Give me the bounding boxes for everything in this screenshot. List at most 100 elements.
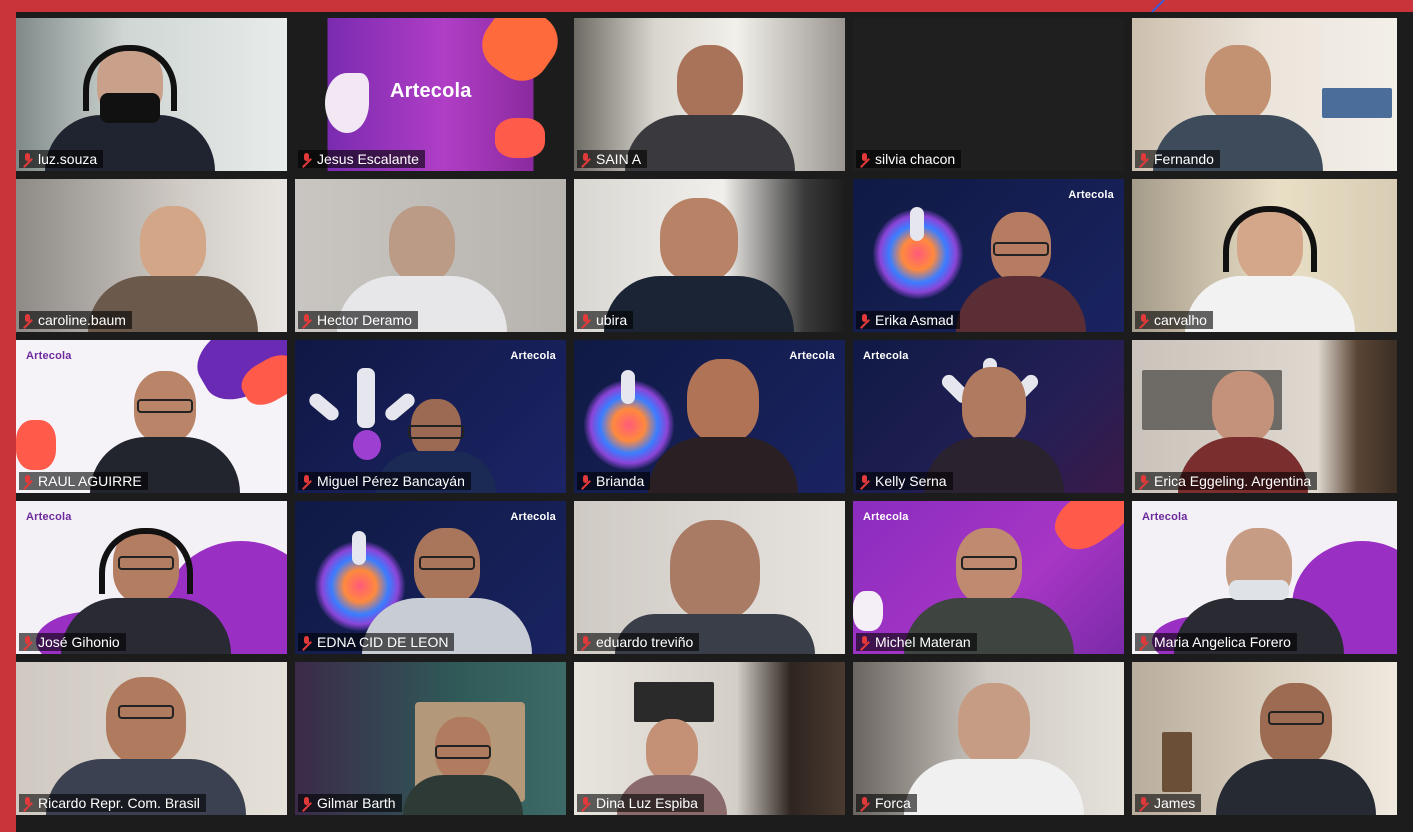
artecola-logo: Artecola bbox=[863, 511, 909, 523]
participant-nameplate: SAIN A bbox=[577, 150, 648, 168]
video-tile[interactable]: Forca bbox=[853, 662, 1124, 815]
muted-mic-icon bbox=[860, 314, 870, 326]
video-tile[interactable]: eduardo treviño bbox=[574, 501, 845, 654]
video-tile[interactable]: Artecola Brianda bbox=[574, 340, 845, 493]
muted-mic-icon bbox=[581, 797, 591, 809]
muted-mic-icon bbox=[302, 475, 312, 487]
participant-name: caroline.baum bbox=[38, 312, 126, 328]
video-tile[interactable]: Fernando bbox=[1132, 18, 1397, 171]
muted-mic-icon bbox=[860, 797, 870, 809]
video-tile[interactable]: Artecola EDNA CID DE LEON bbox=[295, 501, 566, 654]
muted-mic-icon bbox=[302, 314, 312, 326]
participant-nameplate: Hector Deramo bbox=[298, 311, 418, 329]
participant-name: EDNA CID DE LEON bbox=[317, 634, 449, 650]
pen-stroke-mark bbox=[1151, 0, 1165, 12]
gallery-grid: luz.souza Artecola Jesus Escalante SAIN … bbox=[16, 18, 1397, 815]
participant-name: Jesus Escalante bbox=[317, 151, 419, 167]
muted-mic-icon bbox=[23, 153, 33, 165]
participant-nameplate: Miguel Pérez Bancayán bbox=[298, 472, 471, 490]
artecola-logo: Artecola bbox=[1068, 189, 1114, 201]
muted-mic-icon bbox=[860, 636, 870, 648]
participant-nameplate: Erica Eggeling. Argentina bbox=[1135, 472, 1318, 490]
artecola-logo: Artecola bbox=[863, 350, 909, 362]
participant-name: Kelly Serna bbox=[875, 473, 947, 489]
participant-nameplate: Brianda bbox=[577, 472, 651, 490]
video-tile[interactable]: Artecola Miguel Pérez Bancayán bbox=[295, 340, 566, 493]
muted-mic-icon bbox=[581, 475, 591, 487]
participant-name: James bbox=[1154, 795, 1196, 811]
video-tile[interactable]: Hector Deramo bbox=[295, 179, 566, 332]
muted-mic-icon bbox=[23, 314, 33, 326]
muted-mic-icon bbox=[1139, 153, 1149, 165]
video-tile[interactable]: Artecola Kelly Serna bbox=[853, 340, 1124, 493]
participant-name: Erica Eggeling. Argentina bbox=[1154, 473, 1312, 489]
participant-name: SAIN A bbox=[596, 151, 642, 167]
participant-nameplate: eduardo treviño bbox=[577, 633, 700, 651]
muted-mic-icon bbox=[23, 475, 33, 487]
video-tile[interactable]: caroline.baum bbox=[16, 179, 287, 332]
participant-nameplate: Forca bbox=[856, 794, 917, 812]
muted-mic-icon bbox=[1139, 636, 1149, 648]
muted-mic-icon bbox=[302, 153, 312, 165]
participant-nameplate: luz.souza bbox=[19, 150, 104, 168]
muted-mic-icon bbox=[1139, 314, 1149, 326]
participant-name: RAUL AGUIRRE bbox=[38, 473, 142, 489]
muted-mic-icon bbox=[581, 314, 591, 326]
participant-name: luz.souza bbox=[38, 151, 98, 167]
participant-nameplate: Dina Luz Espiba bbox=[577, 794, 704, 812]
participant-name: Hector Deramo bbox=[317, 312, 412, 328]
video-tile[interactable]: SAIN A bbox=[574, 18, 845, 171]
video-tile[interactable]: luz.souza bbox=[16, 18, 287, 171]
participant-nameplate: Gilmar Barth bbox=[298, 794, 402, 812]
video-tile[interactable]: Artecola Erika Asmad bbox=[853, 179, 1124, 332]
video-tile[interactable]: Dina Luz Espiba bbox=[574, 662, 845, 815]
participant-name: Gilmar Barth bbox=[317, 795, 396, 811]
participant-name: Maria Angelica Forero bbox=[1154, 634, 1291, 650]
video-tile[interactable]: Artecola RAUL AGUIRRE bbox=[16, 340, 287, 493]
video-tile[interactable]: Artecola Maria Angelica Forero bbox=[1132, 501, 1397, 654]
muted-mic-icon bbox=[860, 153, 870, 165]
artecola-logo: Artecola bbox=[26, 511, 72, 523]
video-tile[interactable]: silvia chacon bbox=[853, 18, 1124, 171]
participant-name: Ricardo Repr. Com. Brasil bbox=[38, 795, 200, 811]
participant-nameplate: carvalho bbox=[1135, 311, 1213, 329]
video-tile[interactable]: ubira bbox=[574, 179, 845, 332]
participant-name: Dina Luz Espiba bbox=[596, 795, 698, 811]
participant-name: Forca bbox=[875, 795, 911, 811]
participant-nameplate: Erika Asmad bbox=[856, 311, 960, 329]
muted-mic-icon bbox=[1139, 475, 1149, 487]
video-tile[interactable]: Artecola Jesus Escalante bbox=[295, 18, 566, 171]
video-tile[interactable]: Gilmar Barth bbox=[295, 662, 566, 815]
participant-name: Brianda bbox=[596, 473, 645, 489]
participant-nameplate: silvia chacon bbox=[856, 150, 962, 168]
participant-name: Erika Asmad bbox=[875, 312, 954, 328]
muted-mic-icon bbox=[1139, 797, 1149, 809]
video-tile[interactable]: Erica Eggeling. Argentina bbox=[1132, 340, 1397, 493]
video-tile[interactable]: Ricardo Repr. Com. Brasil bbox=[16, 662, 287, 815]
artecola-logo: Artecola bbox=[390, 80, 472, 102]
muted-mic-icon bbox=[302, 797, 312, 809]
participant-name: Fernando bbox=[1154, 151, 1214, 167]
participant-nameplate: Fernando bbox=[1135, 150, 1220, 168]
participant-nameplate: Maria Angelica Forero bbox=[1135, 633, 1297, 651]
participant-name: José Gihonio bbox=[38, 634, 120, 650]
video-tile[interactable]: carvalho bbox=[1132, 179, 1397, 332]
participant-name: silvia chacon bbox=[875, 151, 956, 167]
muted-mic-icon bbox=[23, 636, 33, 648]
participant-nameplate: Kelly Serna bbox=[856, 472, 953, 490]
participant-nameplate: ubira bbox=[577, 311, 634, 329]
video-tile[interactable]: Artecola Michel Materan bbox=[853, 501, 1124, 654]
participant-name: eduardo treviño bbox=[596, 634, 694, 650]
participant-name: carvalho bbox=[1154, 312, 1207, 328]
video-tile[interactable]: Artecola José Gihonio bbox=[16, 501, 287, 654]
video-tile[interactable]: James bbox=[1132, 662, 1397, 815]
participant-name: Miguel Pérez Bancayán bbox=[317, 473, 465, 489]
participant-nameplate: Ricardo Repr. Com. Brasil bbox=[19, 794, 206, 812]
muted-mic-icon bbox=[581, 636, 591, 648]
participant-nameplate: RAUL AGUIRRE bbox=[19, 472, 148, 490]
participant-nameplate: James bbox=[1135, 794, 1202, 812]
participant-nameplate: EDNA CID DE LEON bbox=[298, 633, 455, 651]
muted-mic-icon bbox=[860, 475, 870, 487]
artecola-logo: Artecola bbox=[26, 350, 72, 362]
artecola-logo: Artecola bbox=[510, 511, 556, 523]
